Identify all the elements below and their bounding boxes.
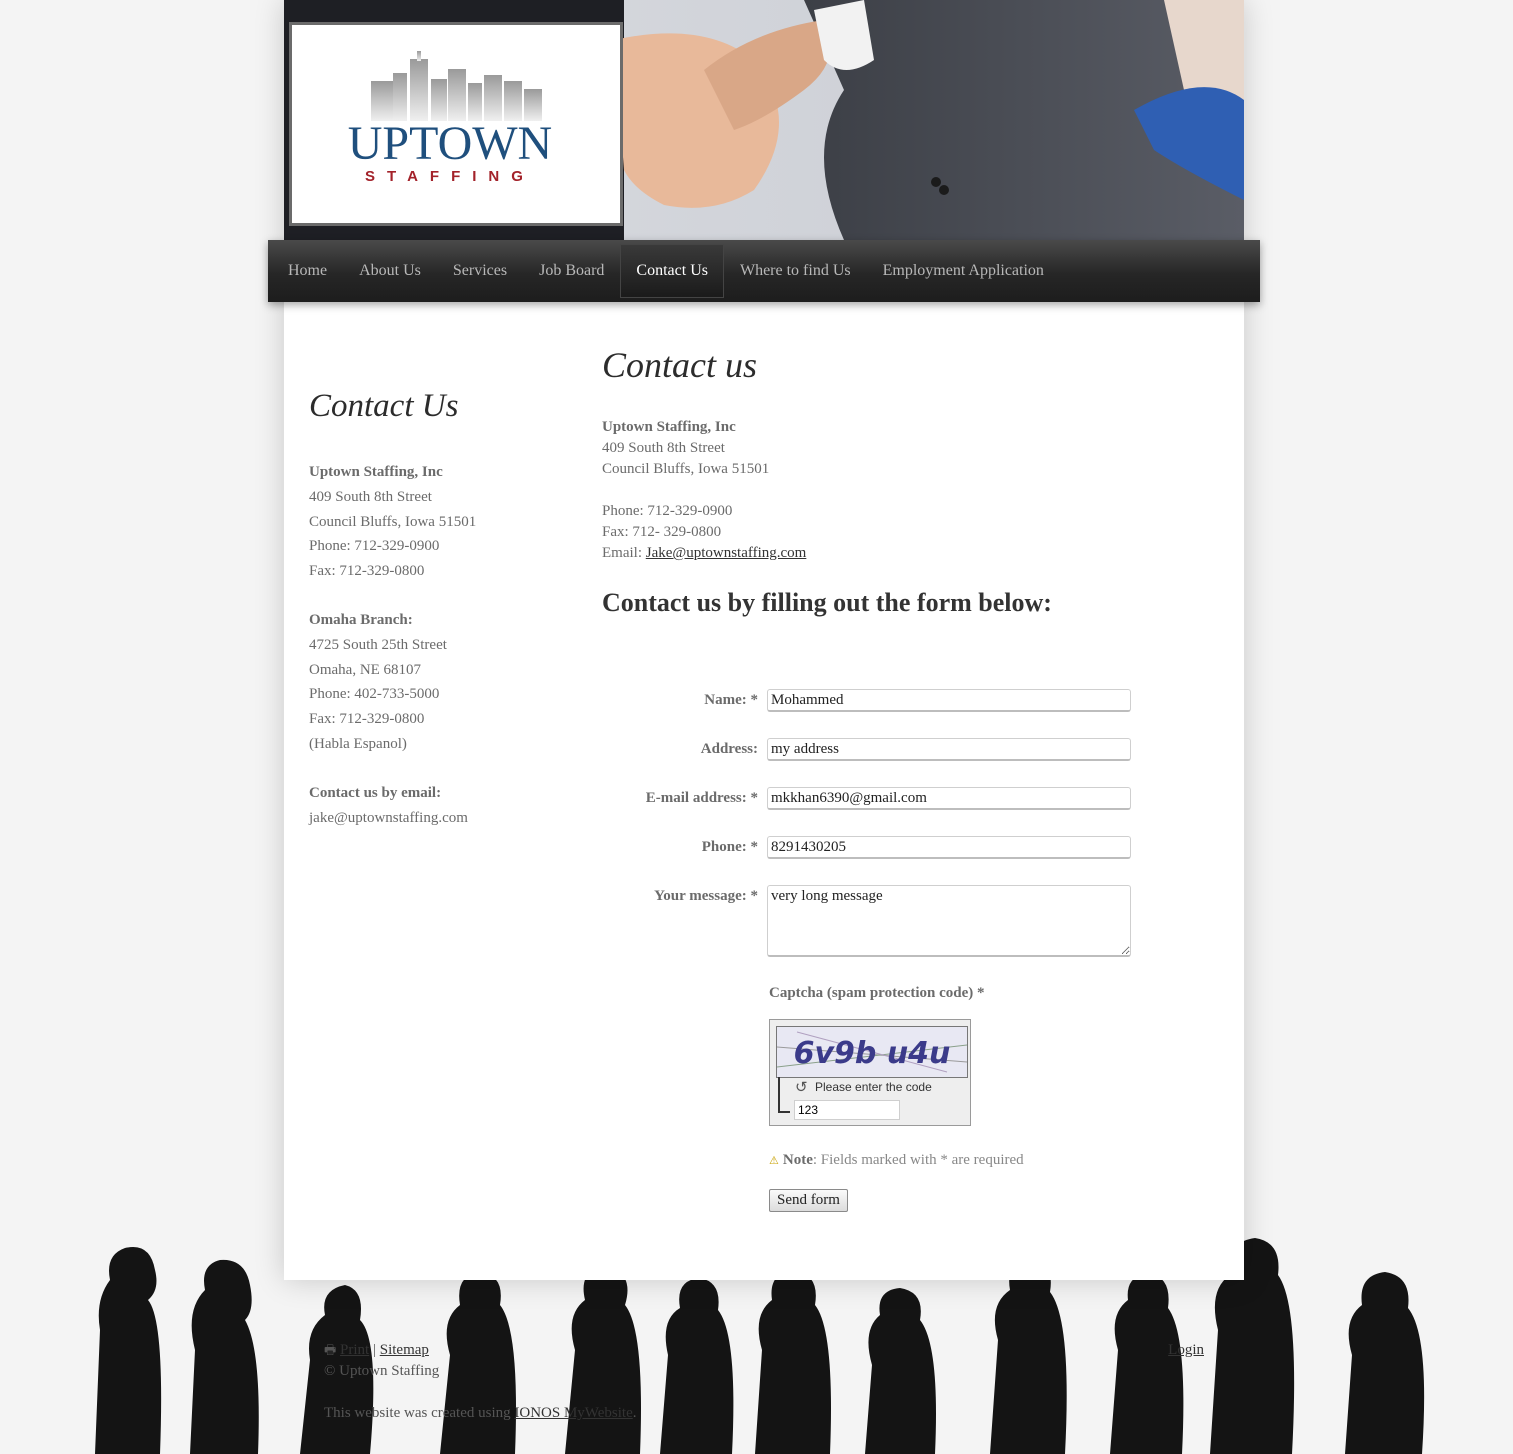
sidebar: Contact Us Uptown Staffing, Inc 409 Sout… [309,386,569,854]
phone-label: Phone: * [701,839,758,855]
sidebar-city: Council Bluffs, Iowa 51501 [309,513,477,530]
captcha-arrow-icon [778,1077,790,1113]
sidebar-main-office: Uptown Staffing, Inc 409 South 8th Stree… [309,460,569,584]
main-email-label: Email: [602,545,646,561]
nav-item-about-us[interactable]: About Us [343,244,437,298]
sidebar-omaha-branch: Omaha Branch: 4725 South 25th Street Oma… [309,608,569,757]
captcha-input[interactable] [794,1100,900,1120]
form-heading: Contact us by filling out the form below… [602,588,1052,617]
sidebar-omaha-street: 4725 South 25th Street [309,636,447,653]
phone-input[interactable] [767,836,1131,859]
main-city: Council Bluffs, Iowa 51501 [602,461,770,477]
logo-text-sub: STAFFING [365,168,535,185]
ionos-link[interactable]: IONOS MyWebsite [514,1405,632,1421]
main-content: Contact us Uptown Staffing, Inc 409 Sout… [602,343,1222,620]
nav-item-contact-us[interactable]: Contact Us [620,244,724,298]
nav-item-services[interactable]: Services [437,244,523,298]
captcha-widget: 6v9b u4u ↺ Please enter the code [769,1019,971,1126]
captcha-image: 6v9b u4u [776,1026,968,1078]
message-label: Your message: * [654,888,758,904]
nav-item-home[interactable]: Home [272,244,343,298]
main-phone: Phone: 712-329-0900 [602,503,733,519]
main-fax: Fax: 712- 329-0800 [602,524,722,540]
copyright: © Uptown Staffing [324,1363,440,1379]
sitemap-link[interactable]: Sitemap [380,1342,429,1358]
send-form-button[interactable]: Send form [769,1189,848,1212]
sidebar-omaha-city: Omaha, NE 68107 [309,661,422,678]
skyline-icon [371,51,542,121]
nav-item-job-board[interactable]: Job Board [523,244,620,298]
sidebar-email-title: Contact us by email: [309,784,442,801]
name-label: Name: * [704,692,758,708]
refresh-icon[interactable]: ↺ [795,1078,808,1096]
sidebar-street: 409 South 8th Street [309,488,432,505]
note-text: : Fields marked with * are required [812,1152,1024,1168]
sidebar-email: jake@uptownstaffing.com [309,809,468,826]
email-label: E-mail address: * [645,790,758,806]
main-email-link[interactable]: Jake@uptownstaffing.com [646,545,807,561]
email-input[interactable] [767,787,1131,810]
sidebar-omaha-note: (Habla Espanol) [309,735,407,752]
footer: 🖶 Print | Sitemap © Uptown Staffing Logi… [324,1340,1204,1424]
sidebar-phone: Phone: 712-329-0900 [309,538,440,555]
warning-icon: ⚠ [769,1154,779,1167]
created-prefix: This website was created using [324,1405,515,1421]
required-note: ⚠ Note: Fields marked with * are required [769,1152,1024,1169]
created-with: This website was created using IONOS MyW… [324,1403,1204,1424]
logo-image: UPTOWN STAFFING [348,51,552,185]
logo[interactable]: UPTOWN STAFFING [289,22,623,226]
note-bold: Note [782,1152,813,1168]
message-textarea[interactable]: very long message [767,885,1131,957]
address-input[interactable] [767,738,1131,761]
nav-item-where-to-find-us[interactable]: Where to find Us [724,244,867,298]
main-address-block: Uptown Staffing, Inc 409 South 8th Stree… [602,417,1222,564]
created-suffix: . [632,1405,637,1421]
sidebar-email-block: Contact us by email: jake@uptownstaffing… [309,781,569,831]
page-title: Contact us [602,345,758,385]
logo-text-main: UPTOWN [348,117,552,170]
print-link[interactable]: Print [340,1342,369,1358]
sidebar-title: Contact Us [309,388,459,424]
captcha-code: 6v9b u4u [794,1036,951,1071]
sidebar-omaha-fax: Fax: 712-329-0800 [309,711,425,728]
main-company: Uptown Staffing, Inc [602,419,736,435]
main-navigation: Home About Us Services Job Board Contact… [268,240,1260,302]
sidebar-company: Uptown Staffing, Inc [309,464,443,480]
name-input[interactable] [767,689,1131,712]
footer-separator: | [372,1342,376,1358]
main-street: 409 South 8th Street [602,440,725,456]
captcha-label: Captcha (spam protection code) * [769,985,985,1001]
sidebar-fax: Fax: 712-329-0800 [309,563,425,580]
captcha-hint: Please enter the code [815,1080,932,1094]
login-link[interactable]: Login [1168,1340,1204,1361]
print-icon[interactable]: 🖶 [324,1343,336,1358]
sidebar-omaha-phone: Phone: 402-733-5000 [309,686,440,703]
sidebar-omaha-title: Omaha Branch: [309,611,413,628]
nav-item-employment-application[interactable]: Employment Application [867,244,1060,298]
address-label: Address: [700,741,758,757]
